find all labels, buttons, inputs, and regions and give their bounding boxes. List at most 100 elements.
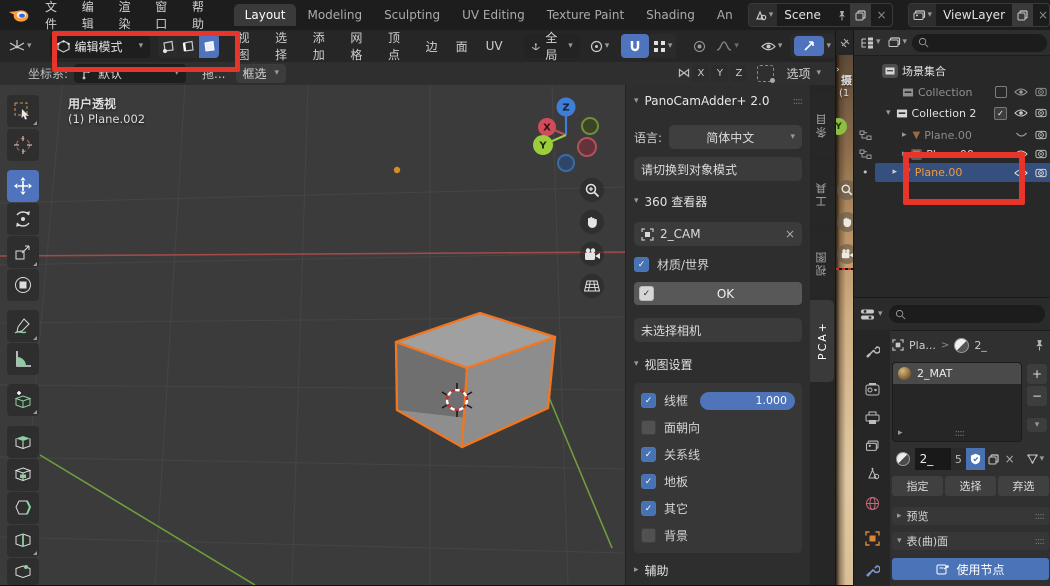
viewlayer-name[interactable]: ViewLayer: [936, 8, 1012, 22]
tab-world-icon[interactable]: [854, 490, 890, 516]
tool-inset[interactable]: [7, 459, 39, 491]
strip-camera-icon[interactable]: [837, 244, 854, 264]
tab-output-icon[interactable]: [854, 405, 890, 431]
workspace-tab-shading[interactable]: Shading: [635, 4, 706, 26]
clear-camera-icon[interactable]: ×: [785, 227, 795, 241]
strip-editor-header[interactable]: [836, 30, 854, 56]
switch-mode-button[interactable]: 请切换到对象模式: [634, 157, 802, 181]
scene-icon[interactable]: ▾: [749, 4, 778, 26]
camera-icon[interactable]: [1035, 149, 1047, 159]
navigation-gizmo[interactable]: Z X Y: [520, 88, 612, 180]
floor-checkbox[interactable]: ✓: [641, 474, 656, 489]
ok-button[interactable]: ✓ OK: [634, 282, 802, 305]
helpers-section-header[interactable]: ▸ 辅助: [634, 562, 802, 579]
menu-edge[interactable]: 边: [417, 38, 447, 55]
copy-datablock-icon[interactable]: [985, 448, 1003, 470]
camera-strip-viewport[interactable]: › 摄 (1 Y: [835, 30, 854, 585]
material-slot-list[interactable]: 2_MAT ▸ ::::: [892, 362, 1022, 442]
relationship-checkbox[interactable]: ✓: [641, 447, 656, 462]
tab-object-icon[interactable]: [854, 525, 890, 551]
breadcrumb-object[interactable]: Pla...: [909, 339, 936, 352]
surface-section-header[interactable]: ▾ 表(曲)面 ::::: [892, 532, 1049, 550]
camera-object-field[interactable]: 2_CAM ×: [634, 222, 802, 246]
slot-specials-button[interactable]: ▾: [1027, 418, 1047, 432]
viewer-section-header[interactable]: ▾ 360 查看器: [634, 193, 802, 210]
workspace-tab-uv-editing[interactable]: UV Editing: [451, 4, 536, 26]
coord-system-dropdown[interactable]: 默认 ▾: [74, 64, 186, 83]
tab-render-icon[interactable]: [854, 376, 890, 402]
tab-item[interactable]: 条目: [810, 93, 834, 157]
panel-header[interactable]: ▾ PanoCamAdder+ 2.0 ::::: [634, 91, 802, 111]
menu-uv[interactable]: UV: [477, 39, 512, 53]
show-overlays-button[interactable]: ▾: [790, 34, 835, 58]
unlink-scene-icon[interactable]: ×: [871, 8, 891, 22]
tool-measure[interactable]: [7, 343, 39, 375]
orientation-dropdown[interactable]: 全局 ▾: [524, 34, 580, 58]
add-slot-button[interactable]: +: [1027, 364, 1047, 384]
expand-icon[interactable]: ▸: [902, 131, 907, 140]
outliner-row-plane1[interactable]: ▸ ▼ Plane.00: [854, 126, 1050, 144]
language-dropdown[interactable]: 简体中文 ▾: [669, 125, 802, 149]
mesh-data-dropdown[interactable]: ▾: [1022, 448, 1049, 470]
wireframe-checkbox[interactable]: ✓: [641, 393, 656, 408]
face-select-icon[interactable]: [199, 34, 218, 58]
new-scene-icon[interactable]: [850, 4, 871, 26]
expand-icon[interactable]: ▸: [902, 150, 907, 159]
strip-move-icon[interactable]: [837, 212, 854, 232]
tool-rotate[interactable]: [7, 203, 39, 235]
tool-extrude[interactable]: [7, 426, 39, 458]
exclude-checkbox-checked[interactable]: ✓: [994, 107, 1007, 120]
select-button[interactable]: 选择: [945, 476, 996, 496]
outliner-row-plane3-selected[interactable]: • ▸ ▼ Plane.00: [854, 163, 1050, 182]
workspace-tab-animation[interactable]: An: [706, 4, 744, 26]
menu-face[interactable]: 面: [447, 38, 477, 55]
tab-modifiers-icon[interactable]: [854, 557, 890, 583]
outliner-row-collection2[interactable]: ▾ Collection 2 ✓: [854, 104, 1050, 122]
menu-edit[interactable]: 编辑: [73, 0, 110, 32]
fake-user-shield-icon[interactable]: [966, 448, 985, 470]
blender-logo-icon[interactable]: [8, 7, 30, 23]
other-checkbox[interactable]: ✓: [641, 501, 656, 516]
mirror-x-toggle[interactable]: X: [692, 65, 709, 82]
show-gizmo-button[interactable]: ▾: [757, 34, 787, 58]
eye-icon[interactable]: [1014, 149, 1028, 159]
tab-viewlayer-icon[interactable]: [854, 433, 890, 459]
outliner-display-mode-button[interactable]: ▾: [858, 35, 883, 51]
workspace-tab-texture-paint[interactable]: Texture Paint: [536, 4, 635, 26]
background-checkbox[interactable]: [641, 528, 656, 543]
outliner-row-collection[interactable]: Collection: [854, 83, 1050, 101]
view-settings-header[interactable]: ▾ 视图设置: [634, 356, 802, 373]
tab-tool[interactable]: 工具: [810, 162, 834, 226]
tool-loop-cut[interactable]: [7, 525, 39, 557]
tool-knife[interactable]: [7, 558, 39, 585]
mirror-y-toggle[interactable]: Y: [711, 65, 728, 82]
camera-icon[interactable]: [1035, 108, 1047, 118]
list-expand-icon[interactable]: ▸: [898, 429, 903, 438]
snap-base-icon[interactable]: [757, 65, 774, 82]
scene-name[interactable]: Scene: [777, 8, 834, 22]
workspace-tab-layout[interactable]: Layout: [234, 4, 297, 26]
expand-icon[interactable]: ▾: [886, 109, 891, 118]
snap-with-button[interactable]: ▾: [649, 34, 677, 58]
strip-zoom-icon[interactable]: [837, 180, 854, 200]
viewlayer-icon[interactable]: ▾: [909, 4, 937, 26]
list-grip-icon[interactable]: ::::: [955, 428, 964, 439]
outliner-row-plane2[interactable]: ▸ ▼ Plane.00: [854, 145, 1050, 163]
menu-vertex[interactable]: 顶点: [379, 29, 417, 63]
material-name-field[interactable]: 2_: [915, 448, 951, 470]
eye-icon[interactable]: [1014, 108, 1028, 118]
outliner-filter-button[interactable]: ▾: [886, 35, 910, 50]
menu-help[interactable]: 帮助: [183, 0, 220, 32]
tool-transform[interactable]: [7, 269, 39, 301]
remove-slot-button[interactable]: −: [1027, 386, 1047, 406]
menu-render[interactable]: 渲染: [109, 0, 146, 32]
tab-scene-icon[interactable]: [854, 460, 890, 486]
mirror-z-toggle[interactable]: Z: [730, 65, 747, 82]
3d-viewport[interactable]: 用户透视 (1) Plane.002 Z X Y: [0, 85, 835, 585]
exclude-checkbox[interactable]: [995, 86, 1007, 98]
expand-icon[interactable]: ▸: [893, 168, 898, 177]
proportional-edit-icon[interactable]: [686, 34, 712, 58]
properties-search-input[interactable]: [889, 305, 1045, 323]
proportional-falloff-button[interactable]: ▾: [712, 34, 743, 58]
menu-window[interactable]: 窗口: [146, 0, 183, 32]
